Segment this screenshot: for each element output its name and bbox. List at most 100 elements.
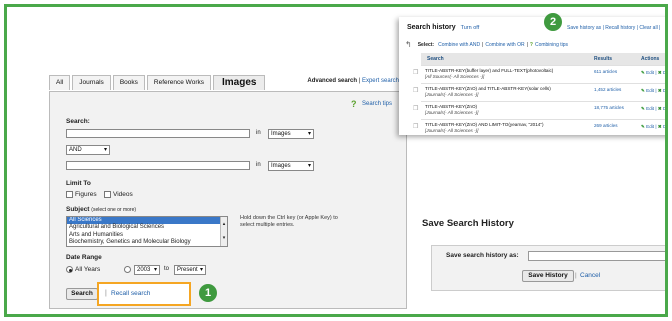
chevron-down-icon: ▾ — [199, 267, 203, 273]
subject-listbox[interactable]: All Sciences Agricultural and Biological… — [66, 216, 228, 247]
results-link[interactable]: 1,452 articles — [594, 87, 621, 92]
combine-or-link[interactable]: Combine with OR — [485, 42, 524, 48]
history-query[interactable]: TITLE-ABSTR-KEY(ZnO) and TITLE-ABSTR-KEY… — [425, 86, 590, 97]
delete-icon: ✖ — [657, 70, 662, 75]
delete-icon: ✖ — [657, 106, 662, 111]
scope-select-1-value: Images — [271, 131, 291, 137]
figures-label: Figures — [75, 191, 97, 198]
search-input-1[interactable] — [66, 129, 250, 138]
delete-icon: ✖ — [657, 88, 662, 93]
edit-link[interactable]: Edit — [646, 70, 654, 75]
checkbox-icon — [66, 191, 73, 198]
query-scope: [Journals(- All Sciences -)] — [425, 109, 479, 115]
save-history-title: Save Search History — [422, 218, 514, 229]
tab-images[interactable]: Images — [212, 75, 266, 90]
query-scope: [Journals(- All Sciences -)] — [425, 91, 479, 97]
year-from-select[interactable]: 2003 ▾ — [134, 265, 160, 275]
search-mode-links: Advanced search | Expert search — [307, 78, 399, 84]
delete-link[interactable]: De — [663, 70, 665, 75]
row-checkbox[interactable]: ❐ — [413, 123, 418, 130]
pencil-icon: ✎ — [641, 88, 645, 93]
row-checkbox[interactable]: ❐ — [413, 87, 418, 94]
chevron-down-icon: ▾ — [307, 131, 311, 137]
history-name-input[interactable] — [528, 251, 665, 261]
history-actions[interactable]: Save history as | Recall history | Clear… — [567, 25, 660, 31]
combining-tips-link[interactable]: Combining tips — [535, 42, 568, 48]
to-label: to — [164, 266, 170, 272]
row-actions: ✎ Edit | ✖ De — [641, 124, 665, 130]
subject-option[interactable]: Agricultural and Biological Sciences — [67, 224, 227, 231]
videos-checkbox[interactable]: Videos — [104, 191, 133, 198]
subject-option[interactable]: All Sciences — [67, 217, 227, 225]
help-icon: ? — [350, 99, 357, 109]
recall-separator: | — [105, 290, 107, 297]
operator-select[interactable]: AND ▾ — [66, 145, 110, 155]
row-checkbox[interactable]: ❐ — [413, 105, 418, 112]
col-search: Search — [427, 56, 444, 62]
tab-journals[interactable]: Journals — [72, 75, 111, 90]
all-years-radio[interactable]: All Years — [66, 266, 100, 273]
year-from-value: 2003 — [137, 267, 151, 273]
row-actions: ✎ Edit | ✖ De — [641, 88, 665, 94]
pencil-icon: ✎ — [641, 70, 645, 75]
cancel-link[interactable]: Cancel — [580, 272, 600, 279]
scope-select-2-value: Images — [271, 163, 291, 169]
tab-reference-works[interactable]: Reference Works — [146, 75, 211, 90]
radio-selected-icon — [66, 266, 73, 273]
turn-off-link[interactable]: Turn off — [461, 25, 480, 31]
delete-link[interactable]: De — [663, 124, 665, 129]
results-link[interactable]: 611 articles — [594, 69, 617, 74]
history-query[interactable]: TITLE-ABSTR-KEY(buffer layer) and FULL-T… — [425, 68, 590, 79]
tab-all[interactable]: All — [49, 75, 71, 90]
operator-select-value: AND — [69, 147, 82, 153]
checkbox-icon — [104, 191, 111, 198]
radio-icon — [124, 266, 131, 273]
subject-label: Subject (select one or more) — [66, 206, 136, 213]
subject-hint-small: (select one or more) — [91, 207, 137, 213]
delete-icon: ✖ — [657, 124, 662, 129]
search-history-title: Search history Turn off — [407, 24, 479, 31]
edit-link[interactable]: Edit — [646, 88, 654, 93]
scope-select-2[interactable]: Images ▾ — [268, 161, 314, 171]
search-tips-link[interactable]: ? Search tips — [350, 99, 392, 109]
history-query[interactable]: TITLE-ABSTR-KEY(ZnO) AND LIMIT-TO(yearna… — [425, 122, 590, 133]
advanced-search-panel: ? Search tips Search: in Images ▾ AND ▾ … — [49, 91, 407, 309]
results-link[interactable]: 18,775 articles — [594, 105, 624, 110]
query-scope: [All Sources(- All Sciences -)] — [425, 73, 485, 79]
recall-search-link[interactable]: Recall search — [111, 290, 150, 297]
all-years-label: All Years — [75, 266, 101, 273]
edit-link[interactable]: Edit — [646, 124, 654, 129]
expert-search-link[interactable]: Expert search — [362, 78, 399, 84]
tab-books[interactable]: Books — [112, 75, 145, 90]
advanced-search-link[interactable]: Advanced search — [307, 78, 357, 84]
history-query[interactable]: TITLE-ABSTR-KEY(ZnO) [Journals(- All Sci… — [425, 104, 590, 115]
edit-link[interactable]: Edit — [646, 106, 654, 111]
pipe: | — [526, 41, 528, 48]
subject-option[interactable]: Arts and Humanities — [67, 232, 227, 239]
subject-option[interactable]: Biochemistry, Genetics and Molecular Bio… — [67, 239, 227, 246]
delete-link[interactable]: De — [663, 88, 665, 93]
figures-checkbox[interactable]: Figures — [66, 191, 97, 198]
combine-and-link[interactable]: Combine with AND — [438, 42, 480, 48]
results-link[interactable]: 269 articles — [594, 123, 618, 128]
select-label: Select: — [417, 41, 435, 48]
combine-arrow-icon: ↰ — [405, 40, 412, 49]
chevron-down-icon: ▾ — [103, 147, 107, 153]
table-row: TITLE-ABSTR-KEY(ZnO) AND LIMIT-TO(yearna… — [421, 119, 665, 135]
row-checkbox[interactable]: ❐ — [413, 69, 418, 76]
save-history-button[interactable]: Save History — [522, 270, 574, 282]
year-range-radio[interactable] — [124, 266, 133, 273]
source-tabs: All Journals Books Reference Works Image… — [49, 75, 267, 91]
scope-select-1[interactable]: Images ▾ — [268, 129, 314, 139]
query-text: TITLE-ABSTR-KEY(ZnO) and TITLE-ABSTR-KEY… — [425, 86, 551, 91]
query-text: TITLE-ABSTR-KEY(ZnO) — [425, 104, 478, 109]
history-table-header: Search Results Actions — [421, 53, 665, 65]
step-badge-2: 2 — [544, 13, 562, 31]
delete-link[interactable]: De — [663, 106, 665, 111]
query-text: TITLE-ABSTR-KEY(ZnO) AND LIMIT-TO(yearna… — [425, 122, 544, 127]
table-row: TITLE-ABSTR-KEY(ZnO) [Journals(- All Sci… — [421, 101, 665, 119]
listbox-scrollbar[interactable]: ▴ ▾ — [220, 217, 227, 246]
search-input-2[interactable] — [66, 161, 250, 170]
year-to-select[interactable]: Present ▾ — [174, 265, 206, 275]
search-button[interactable]: Search — [66, 288, 98, 300]
